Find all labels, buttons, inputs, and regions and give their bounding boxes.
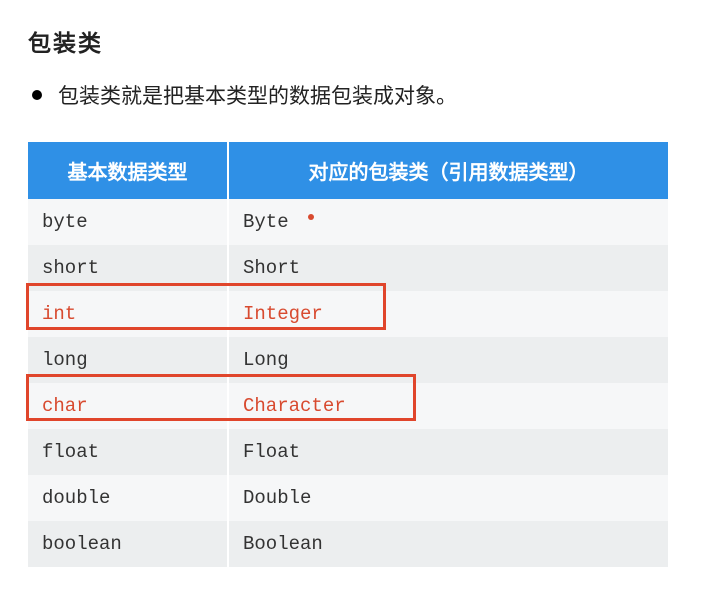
col-wrapper-header: 对应的包装类（引用数据类型）	[228, 142, 668, 199]
bullet-item: 包装类就是把基本类型的数据包装成对象。	[32, 80, 677, 110]
table-row: boolean Boolean	[28, 521, 668, 567]
section-heading: 包装类	[28, 24, 677, 58]
cell-wrapper: Short	[228, 245, 668, 291]
cell-primitive: double	[28, 475, 228, 521]
table-wrapper: 基本数据类型 对应的包装类（引用数据类型） byte Byte short Sh…	[28, 142, 668, 567]
table-header-row: 基本数据类型 对应的包装类（引用数据类型）	[28, 142, 668, 199]
bullet-icon	[32, 90, 42, 100]
col-primitive-header: 基本数据类型	[28, 142, 228, 199]
cell-primitive: byte	[28, 199, 228, 245]
cell-primitive: long	[28, 337, 228, 383]
cell-primitive: float	[28, 429, 228, 475]
cell-wrapper: Integer	[228, 291, 668, 337]
table-row: short Short	[28, 245, 668, 291]
cell-primitive: boolean	[28, 521, 228, 567]
cell-wrapper: Boolean	[228, 521, 668, 567]
bullet-text: 包装类就是把基本类型的数据包装成对象。	[58, 80, 457, 110]
cell-wrapper: Character	[228, 383, 668, 429]
cell-wrapper: Float	[228, 429, 668, 475]
cell-wrapper: Long	[228, 337, 668, 383]
table-row-highlighted: int Integer	[28, 291, 668, 337]
red-dot-annotation	[308, 214, 314, 220]
table-row: long Long	[28, 337, 668, 383]
cell-primitive: int	[28, 291, 228, 337]
cell-wrapper: Double	[228, 475, 668, 521]
wrapper-class-table: 基本数据类型 对应的包装类（引用数据类型） byte Byte short Sh…	[28, 142, 668, 567]
table-row: float Float	[28, 429, 668, 475]
table-row: double Double	[28, 475, 668, 521]
table-row: byte Byte	[28, 199, 668, 245]
cell-primitive: short	[28, 245, 228, 291]
cell-wrapper: Byte	[228, 199, 668, 245]
cell-primitive: char	[28, 383, 228, 429]
table-row-highlighted: char Character	[28, 383, 668, 429]
